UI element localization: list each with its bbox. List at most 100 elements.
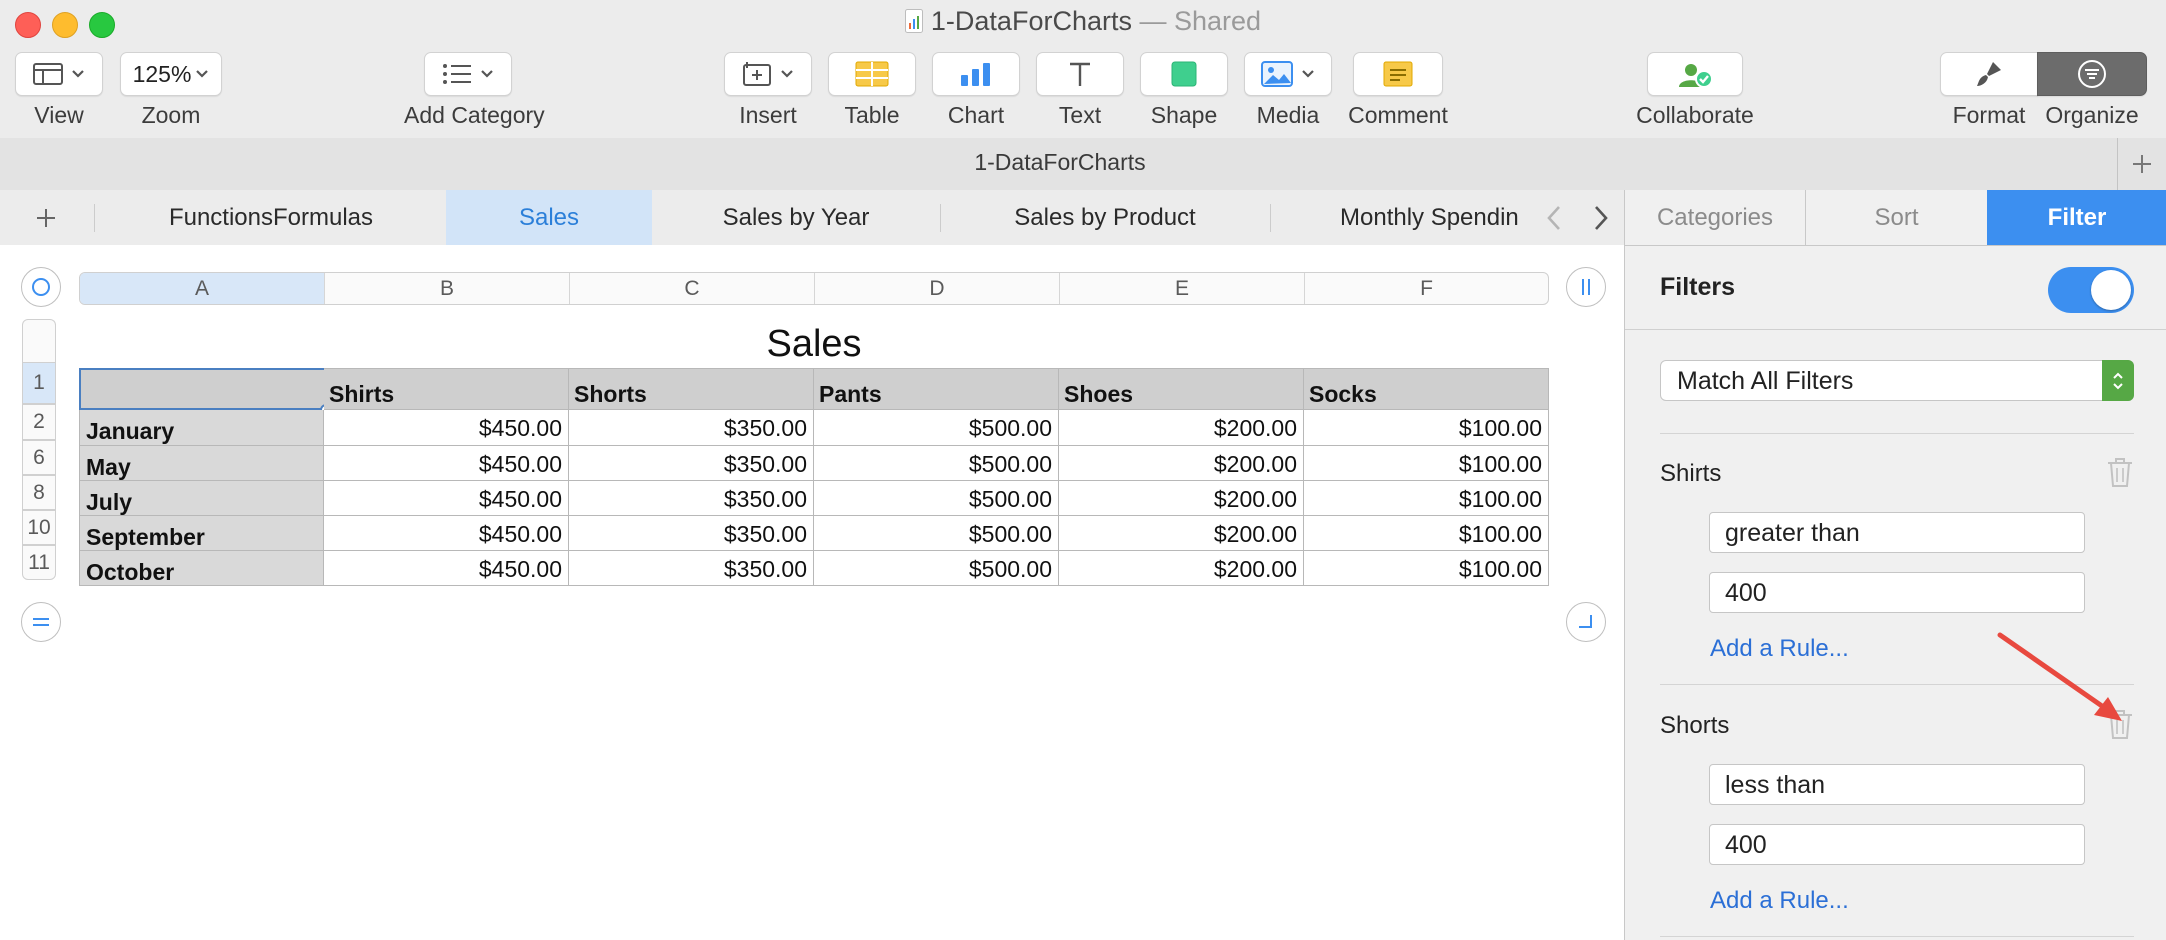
table-cell[interactable]: $450.00 [324,551,569,586]
table-cell[interactable]: $500.00 [814,551,1059,586]
table-cell[interactable]: $200.00 [1059,516,1304,551]
view-toolbar-item[interactable]: View [15,52,103,128]
table-cell[interactable]: $500.00 [814,481,1059,516]
organize-toolbar-item[interactable]: Organize [2037,52,2147,128]
add-columns-handle[interactable] [1566,267,1606,307]
table-header-cell[interactable]: Shorts [569,368,814,410]
table-cell[interactable]: $350.00 [569,410,814,446]
row-header-1[interactable]: 1 [22,362,56,404]
sheet-tab-functionsformulas[interactable]: FunctionsFormulas [96,190,446,245]
column-header-e[interactable]: E [1060,273,1305,304]
zoom-button[interactable]: 125% [120,52,222,96]
comment-button[interactable] [1353,52,1443,96]
sheet-tab-sales-by-product[interactable]: Sales by Product [940,190,1270,245]
table-cell[interactable]: $450.00 [324,446,569,481]
table-row-label[interactable]: January [79,410,324,446]
table-cell[interactable]: $200.00 [1059,481,1304,516]
filters-toggle[interactable] [2048,267,2134,313]
table-cell[interactable]: $200.00 [1059,551,1304,586]
zoom-toolbar-item[interactable]: 125% Zoom [120,52,222,128]
table-cell[interactable]: $450.00 [324,481,569,516]
table-row-label[interactable]: May [79,446,324,481]
shape-toolbar-item[interactable]: Shape [1140,52,1228,128]
document-tab-title[interactable]: 1-DataForCharts [0,149,2120,176]
chart-toolbar-item[interactable]: Chart [932,52,1020,128]
table-header-cell[interactable]: Shirts [324,368,569,410]
row-header-11[interactable]: 11 [22,545,56,580]
filter-condition-select[interactable]: less than [1709,764,2085,805]
table-cell[interactable]: $350.00 [569,446,814,481]
scroll-tabs-right-button[interactable] [1584,202,1618,234]
table-row-label[interactable]: September [79,516,324,551]
filter-value-input[interactable]: 400 [1709,572,2085,613]
add-category-button[interactable] [424,52,512,96]
text-toolbar-item[interactable]: Text [1036,52,1124,128]
new-tab-button[interactable] [2117,138,2166,190]
media-button[interactable] [1244,52,1332,96]
insert-button[interactable] [724,52,812,96]
table-cell[interactable]: $350.00 [569,481,814,516]
trash-icon[interactable] [2105,456,2135,488]
table-toolbar-item[interactable]: Table [828,52,916,128]
column-header-c[interactable]: C [570,273,815,304]
row-header-6[interactable]: 6 [22,440,56,475]
table-cell[interactable]: $450.00 [324,410,569,446]
table-cell[interactable]: $500.00 [814,446,1059,481]
table-cell[interactable]: $500.00 [814,516,1059,551]
collaborate-toolbar-item[interactable]: Collaborate [1636,52,1754,128]
filter-value-input[interactable]: 400 [1709,824,2085,865]
table-cell[interactable]: $100.00 [1304,446,1549,481]
table-cell[interactable]: $100.00 [1304,516,1549,551]
table-cell[interactable]: $100.00 [1304,410,1549,446]
table-header-cell[interactable]: Socks [1304,368,1549,410]
add-category-toolbar-item[interactable]: Add Category [404,52,545,128]
table-cell-a1[interactable] [79,368,326,410]
table-cell[interactable]: $200.00 [1059,410,1304,446]
row-header-2[interactable]: 2 [22,404,56,440]
shape-button[interactable] [1140,52,1228,96]
organize-button[interactable] [2037,52,2147,96]
collaborate-button[interactable] [1647,52,1743,96]
table-cell[interactable]: $100.00 [1304,551,1549,586]
comment-toolbar-item[interactable]: Comment [1348,52,1448,128]
row-header-10[interactable]: 10 [22,510,56,545]
column-header-a[interactable]: A [80,273,325,304]
sheet-tab-sales[interactable]: Sales [446,190,652,245]
sheet-canvas[interactable]: A B C D E F 1 2 6 8 10 11 Sales Shirts S… [0,245,1624,940]
table-header-cell[interactable]: Pants [814,368,1059,410]
table-cell[interactable]: $500.00 [814,410,1059,446]
media-toolbar-item[interactable]: Media [1244,52,1332,128]
table-cell[interactable]: $450.00 [324,516,569,551]
format-button[interactable] [1940,52,2038,96]
sheet-tab-sales-by-year[interactable]: Sales by Year [652,190,940,245]
text-button[interactable] [1036,52,1124,96]
table-cell[interactable]: $100.00 [1304,481,1549,516]
resize-table-handle[interactable] [1566,602,1606,642]
tab-categories[interactable]: Categories [1625,190,1805,245]
chart-button[interactable] [932,52,1020,96]
select-table-button[interactable] [21,267,61,307]
tab-sort[interactable]: Sort [1806,190,1987,245]
add-rule-link[interactable]: Add a Rule... [1710,887,1849,915]
table-title[interactable]: Sales [79,323,1549,366]
table-header-cell[interactable]: Shoes [1059,368,1304,410]
table-button[interactable] [828,52,916,96]
filter-condition-select[interactable]: greater than [1709,512,2085,553]
column-header-d[interactable]: D [815,273,1060,304]
add-rule-link[interactable]: Add a Rule... [1710,635,1849,663]
row-header-8[interactable]: 8 [22,475,56,510]
tab-filter[interactable]: Filter [1987,190,2166,245]
table-row-label[interactable]: October [79,551,324,586]
table-cell[interactable]: $350.00 [569,516,814,551]
add-sheet-button[interactable] [28,202,64,234]
add-rows-handle[interactable] [21,602,61,642]
insert-toolbar-item[interactable]: Insert [724,52,812,128]
table-row-label[interactable]: July [79,481,324,516]
scroll-tabs-left-button[interactable] [1537,202,1571,234]
table-cell[interactable]: $350.00 [569,551,814,586]
column-header-b[interactable]: B [325,273,570,304]
column-header-f[interactable]: F [1305,273,1548,304]
format-toolbar-item[interactable]: Format [1940,52,2038,128]
sheet-tab-monthly-spending[interactable]: Monthly Spendin [1270,190,1530,245]
view-button[interactable] [15,52,103,96]
